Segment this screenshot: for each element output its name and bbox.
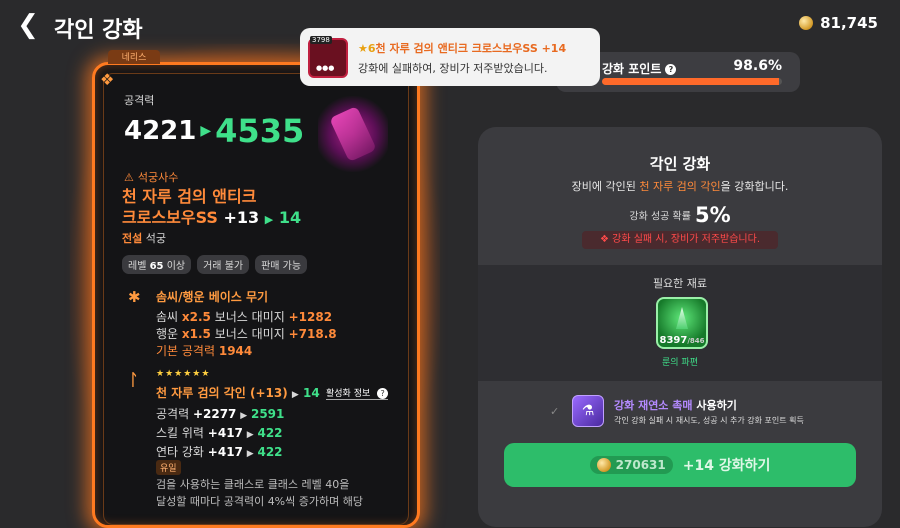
success-rate: 강화 성공 확률 5%	[629, 203, 731, 227]
gold-counter: 81,745	[799, 14, 878, 32]
curse-dots-icon: ●●●	[316, 64, 335, 72]
activation-info-link[interactable]: 활성화 정보 ?	[326, 386, 389, 400]
item-name-line1: 천 자루 검의 앤티크	[122, 187, 257, 206]
class-requirement: ⚠ 석궁사수	[124, 169, 178, 185]
material-section: 필요한 재료 8397/846 룬의 파편	[478, 265, 882, 381]
material-name: 룬의 파편	[662, 358, 698, 368]
item-grade: 전설 석궁	[122, 230, 166, 246]
curse-warning: ❖ 강화 실패 시, 장비가 저주받습니다.	[582, 231, 778, 249]
card-knot-icon: ❖	[100, 70, 115, 89]
tag-trade: 거래 불가	[197, 255, 250, 274]
class-restriction-icon: ⚠	[124, 170, 134, 184]
thumb-tag: 3798	[310, 36, 332, 44]
item-level: +13	[223, 208, 260, 227]
item-level-new: 14	[278, 208, 302, 227]
warning-icon: ❖	[599, 234, 609, 245]
checkmark-icon[interactable]: ✓	[550, 405, 562, 418]
catalyst-desc: 각인 강화 실패 시 재시도, 성공 시 추가 강화 포인트 획득	[614, 415, 804, 425]
crossbow-item-image	[318, 96, 388, 172]
material-count: 8397/846	[659, 335, 705, 346]
engrave-stat-skill: 스킬 위력 +417 ▶ 422	[156, 426, 283, 440]
enhance-cost: 270631	[589, 456, 673, 474]
panel-title: 각인 강화	[649, 155, 711, 173]
help-icon[interactable]: ?	[665, 64, 677, 75]
engrave-stat-attack: 공격력 +2277 ▶ 2591	[156, 407, 285, 421]
enhance-point-bar	[602, 78, 782, 85]
base-stat-dex: 솜씨 x2.5 보너스 대미지 +1282	[156, 310, 333, 324]
base-stat-luck: 행운 x1.5 보너스 대미지 +718.8	[156, 327, 337, 341]
item-name-line2: 크로스보우SS	[122, 208, 218, 227]
material-label: 필요한 재료	[652, 277, 708, 290]
gold-amount: 81,745	[820, 14, 878, 32]
attack-new: 4535	[215, 112, 305, 150]
notification-title: ★6천 자루 검의 앤티크 크로스보우SS +14	[358, 42, 567, 55]
card-tab: 네리스	[108, 50, 160, 64]
panel-subtitle: 장비에 각인된 천 자루 검의 각인을 강화합니다.	[571, 180, 789, 193]
enhance-panel: 각인 강화 장비에 각인된 천 자루 검의 각인을 강화합니다. 강화 성공 확…	[478, 127, 882, 527]
enhance-point-fill	[602, 78, 780, 85]
base-weapon-icon: ✱	[128, 288, 141, 306]
back-button[interactable]: ❮	[16, 10, 40, 40]
arrow-right-icon: ▶	[264, 213, 274, 226]
enhance-point-label: 강화 포인트?	[602, 60, 677, 77]
grade-type: 전설	[122, 232, 143, 245]
unique-badge: 유일	[156, 460, 181, 475]
item-thumbnail: 3798 ●●●	[308, 36, 348, 78]
enhance-point-value: 98.6%	[733, 58, 782, 74]
gold-coin-icon	[799, 16, 814, 30]
catalyst-icon: ⚗	[572, 395, 604, 427]
notification-body: 강화에 실패하여, 장비가 저주받았습니다.	[358, 62, 548, 75]
arrow-right-icon: ▶	[200, 123, 212, 139]
item-tags: 레벨 65 이상 거래 불가 판매 가능	[122, 255, 308, 274]
enhance-button[interactable]: 270631 +14 강화하기	[504, 443, 856, 487]
enhance-button-label: +14 강화하기	[682, 458, 771, 474]
enhance-fail-notification: 3798 ●●● ★6천 자루 검의 앤티크 크로스보우SS +14 강화에 실…	[300, 28, 600, 86]
engrave-title: 천 자루 검의 각인 (+13) ▶ 14	[156, 386, 320, 400]
item-description: 검을 사용하는 클래스로 클래스 레벨 40을 달성할 때마다 공격력이 4%씩 …	[156, 478, 363, 508]
help-icon: ?	[377, 388, 389, 399]
attack-values: 4221 ▶ 4535	[124, 112, 304, 150]
rune-icon: ᛚ	[129, 370, 139, 389]
gold-coin-icon	[596, 458, 611, 472]
chevron-left-icon: ❮	[17, 10, 39, 40]
attack-label: 공격력	[124, 94, 155, 107]
grade-weapon: 석궁	[145, 232, 166, 245]
base-attack: 기본 공격력 1944	[156, 344, 253, 358]
catalyst-title: 강화 재연소 촉매 사용하기	[614, 398, 737, 412]
class-label: 석궁사수	[137, 171, 179, 184]
base-weapon-title: 솜씨/행운 베이스 무기	[156, 290, 269, 304]
tag-sell: 판매 가능	[255, 255, 308, 274]
star-rating: ★★★★★★	[156, 369, 211, 379]
engrave-stat-combo: 연타 강화 +417 ▶ 422	[156, 445, 283, 459]
attack-old: 4221	[124, 116, 197, 146]
catalyst-option[interactable]: ✓ ⚗ 강화 재연소 촉매 사용하기 각인 강화 실패 시 재시도, 성공 시 …	[550, 395, 804, 427]
page-title: 각인 강화	[54, 18, 143, 43]
tag-level: 레벨 65 이상	[122, 255, 192, 274]
item-name: 천 자루 검의 앤티크 크로스보우SS +13 ▶ 14	[122, 186, 301, 230]
